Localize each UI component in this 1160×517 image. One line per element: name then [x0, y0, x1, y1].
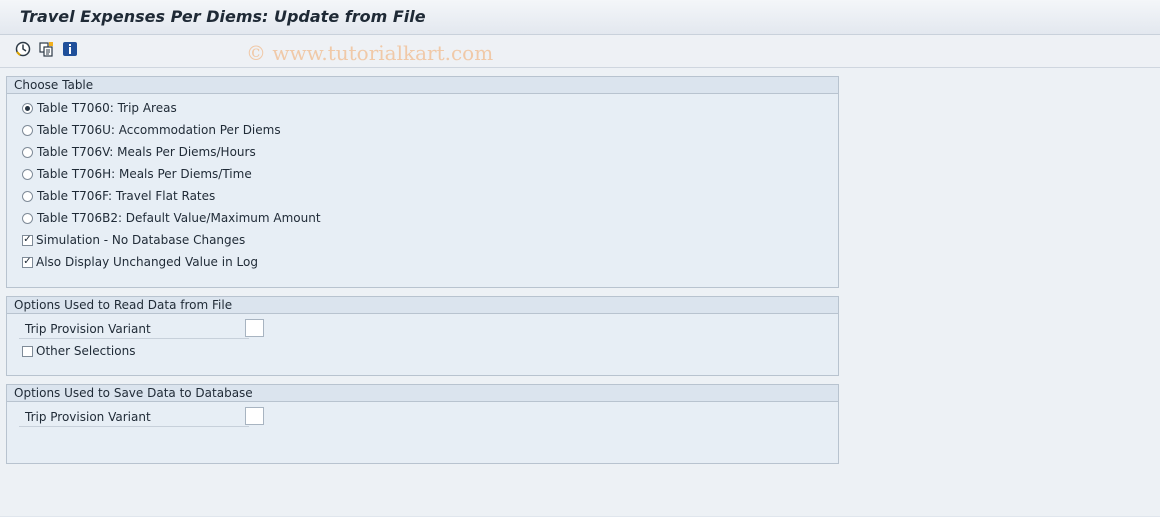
radio-label: Table T706V: Meals Per Diems/Hours [37, 145, 256, 159]
radio-button[interactable] [22, 124, 33, 136]
simulation-checkbox-row[interactable]: ✓ Simulation - No Database Changes [22, 231, 245, 249]
checkbox-label: Simulation - No Database Changes [36, 233, 246, 247]
radio-label: Table T706B2: Default Value/Maximum Amou… [37, 211, 321, 225]
title-bar: Travel Expenses Per Diems: Update from F… [0, 0, 1160, 35]
read-options-group: Options Used to Read Data from File Trip… [6, 296, 839, 376]
radio-button[interactable] [22, 102, 33, 114]
radio-label: Table T706H: Meals Per Diems/Time [37, 167, 252, 181]
simulation-checkbox[interactable]: ✓ [22, 234, 33, 246]
checkbox-label: Also Display Unchanged Value in Log [36, 255, 258, 269]
other-selections-checkbox[interactable] [22, 345, 33, 357]
radio-label: Table T7060: Trip Areas [37, 101, 177, 115]
watermark: © www.tutorialkart.com [246, 41, 494, 65]
selection-screen: Choose Table Table T7060: Trip Areas Tab… [0, 68, 1160, 517]
group-title-choose-table: Choose Table [7, 77, 838, 94]
radio-button[interactable] [22, 168, 33, 180]
trip-provision-variant-input-read[interactable] [245, 319, 264, 337]
copy-variant-icon [39, 42, 53, 57]
trip-provision-variant-label: Trip Provision Variant [19, 320, 249, 339]
get-variant-button[interactable] [38, 41, 54, 57]
radio-button[interactable] [22, 146, 33, 158]
save-options-group: Options Used to Save Data to Database Tr… [6, 384, 839, 464]
execute-icon [15, 41, 31, 57]
application-toolbar: © www.tutorialkart.com [0, 35, 1160, 68]
radio-option-t706v[interactable]: Table T706V: Meals Per Diems/Hours [22, 143, 256, 161]
information-button[interactable] [62, 41, 78, 57]
trip-provision-variant-input-save[interactable] [245, 407, 264, 425]
group-title-save-options: Options Used to Save Data to Database [7, 385, 838, 402]
radio-button[interactable] [22, 212, 33, 224]
radio-option-t706u[interactable]: Table T706U: Accommodation Per Diems [22, 121, 281, 139]
radio-button[interactable] [22, 190, 33, 202]
info-icon [63, 42, 77, 56]
radio-option-t706h[interactable]: Table T706H: Meals Per Diems/Time [22, 165, 252, 183]
execute-button[interactable] [15, 41, 31, 57]
radio-label: Table T706F: Travel Flat Rates [37, 189, 216, 203]
display-unchanged-checkbox-row[interactable]: ✓ Also Display Unchanged Value in Log [22, 253, 258, 271]
other-selections-checkbox-row[interactable]: Other Selections [22, 342, 135, 360]
radio-option-t706f[interactable]: Table T706F: Travel Flat Rates [22, 187, 215, 205]
radio-label: Table T706U: Accommodation Per Diems [37, 123, 281, 137]
trip-provision-variant-label: Trip Provision Variant [19, 408, 249, 427]
page-title: Travel Expenses Per Diems: Update from F… [20, 7, 426, 26]
display-unchanged-checkbox[interactable]: ✓ [22, 256, 33, 268]
group-title-read-options: Options Used to Read Data from File [7, 297, 838, 314]
radio-option-t7060[interactable]: Table T7060: Trip Areas [22, 99, 177, 117]
checkbox-label: Other Selections [36, 344, 136, 358]
choose-table-group: Choose Table Table T7060: Trip Areas Tab… [6, 76, 839, 288]
radio-option-t706b2[interactable]: Table T706B2: Default Value/Maximum Amou… [22, 209, 321, 227]
